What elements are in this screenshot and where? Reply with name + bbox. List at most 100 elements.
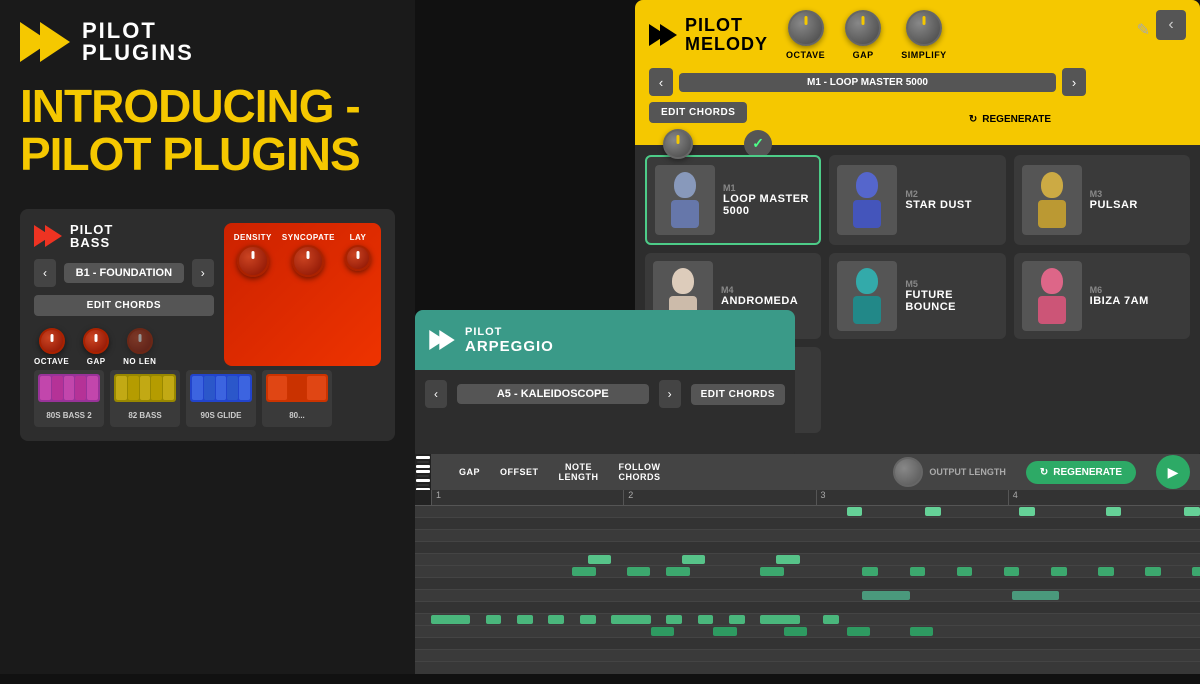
bass-syncopate-label: SYNCOPATE: [282, 233, 335, 242]
arpeggio-panel: PILOT ARPEGGIO ‹ A5 - KALEIDOSCOPE › EDI…: [415, 310, 795, 460]
mini-line-5: [1126, 76, 1177, 82]
melody-preset-info-m1: M1 LOOP MASTER 5000: [723, 183, 811, 217]
note-e-5: [862, 567, 878, 576]
roll-lane-fsharp: [415, 542, 1200, 554]
bass-notelen-label: NO LEN: [123, 357, 156, 366]
piano-roll-area: GAP OFFSET NOTELENGTH FOLLOWCHORDS OUTPU…: [415, 454, 1200, 674]
piano-roll-regenerate-button[interactable]: ↻ REGENERATE: [1026, 461, 1136, 484]
mini-line-7: [1126, 92, 1171, 98]
melody-preset-info-m4: M4 ANDROMEDA: [721, 285, 813, 307]
avatar-body-m2: [853, 200, 881, 228]
melody-avatar-m6: [1022, 261, 1082, 331]
bass-preset-90sglide[interactable]: 90S GLIDE: [186, 370, 256, 427]
bass-notelen-knob[interactable]: [127, 328, 153, 354]
bass-prev-button[interactable]: ‹: [34, 259, 56, 287]
note-a-4: [1106, 507, 1122, 516]
melody-gap-knob[interactable]: [845, 10, 881, 46]
roll-lane-csharp: [415, 602, 1200, 614]
melody-mini-preview: [1126, 44, 1186, 98]
bass-thumb-keys-2: [114, 374, 176, 402]
note-c-10: [760, 615, 799, 624]
melody-preset-card-m1[interactable]: M1 LOOP MASTER 5000: [645, 155, 821, 245]
bass-layer-knob[interactable]: [345, 245, 371, 271]
roll-param-followchords: FOLLOWCHORDS: [619, 462, 661, 482]
bass-title: PILOT BASS: [70, 223, 113, 249]
melody-preset-id-m2: M2: [905, 189, 997, 199]
melody-regen-area: ↻ REGENERATE: [955, 108, 1065, 131]
melody-regenerate-button[interactable]: ↻ REGENERATE: [955, 108, 1065, 131]
bass-edit-chords-button[interactable]: EDIT CHORDS: [34, 295, 214, 316]
avatar-body-m1: [671, 200, 699, 228]
melody-top-knobs: OCTAVE GAP SIMPLIFY: [786, 10, 947, 60]
bass-preset-thumb-label-2: 82 BASS: [128, 411, 161, 420]
melody-avatar-m1: [655, 165, 715, 235]
mini-line-6: [1126, 84, 1162, 90]
melody-prev-button[interactable]: ‹: [649, 68, 673, 96]
regen-label: REGENERATE: [982, 114, 1051, 125]
melody-notelen-knob[interactable]: [663, 129, 693, 159]
melody-title-text: PILOT MELODY: [685, 16, 768, 55]
roll-lane-f: [415, 554, 1200, 566]
bass-next-button[interactable]: ›: [192, 259, 214, 287]
arpeggio-title-pilot: PILOT: [465, 326, 781, 338]
melody-preset-info-m5: M5 FUTURE BOUNCE: [905, 279, 997, 313]
roll-param-gap: GAP: [459, 467, 480, 477]
roll-lane-g: [415, 530, 1200, 542]
arpeggio-preset-name: A5 - KALEIDOSCOPE: [457, 384, 649, 404]
pencil-icon: ✎: [1137, 20, 1150, 40]
melody-simplify-knob[interactable]: [906, 10, 942, 46]
melody-preset-label-m5: FUTURE BOUNCE: [905, 289, 997, 313]
note-a-2: [925, 507, 941, 516]
arpeggio-prev-button[interactable]: ‹: [425, 380, 447, 408]
note-c-1: [431, 615, 470, 624]
bass-thumb-keys-1: [38, 374, 100, 402]
mini-line-1: [1126, 44, 1186, 50]
melody-edit-chords-button[interactable]: EDIT CHORDS: [649, 102, 747, 123]
melody-header: PILOT MELODY OCTAVE GAP: [635, 0, 1200, 145]
melody-preset-id-m5: M5: [905, 279, 997, 289]
melody-title-row: PILOT MELODY OCTAVE GAP: [649, 10, 1086, 60]
bass-gap-knob[interactable]: [83, 328, 109, 354]
piano-roll-play-button[interactable]: ▶: [1156, 455, 1190, 489]
avatar-head-m2: [856, 172, 878, 198]
bass-density-knob[interactable]: [237, 245, 269, 277]
output-length-knob[interactable]: [893, 457, 923, 487]
melody-scroll-back-button[interactable]: ‹: [1156, 10, 1186, 40]
arpeggio-next-button[interactable]: ›: [659, 380, 681, 408]
melody-header-left: PILOT MELODY OCTAVE GAP: [649, 10, 1086, 171]
melody-preset-label-m3: PULSAR: [1090, 199, 1182, 211]
melody-preset-id-m6: M6: [1090, 285, 1182, 295]
avatar-head-m3: [1041, 172, 1063, 198]
roll-lane-a: [415, 506, 1200, 518]
bass-preset-82bass[interactable]: 82 BASS: [110, 370, 180, 427]
note-e-11: [1145, 567, 1161, 576]
bass-preset-80sbass2[interactable]: 80S BASS 2: [34, 370, 104, 427]
avatar-figure-m3: [1022, 165, 1082, 235]
melody-followchords-check[interactable]: ✓: [744, 130, 772, 158]
regen-label-2: REGENERATE: [1053, 467, 1122, 478]
note-a-5: [1184, 507, 1200, 516]
melody-octave-knob[interactable]: [788, 10, 824, 46]
roll-measure-nums: 1 2 3 4: [415, 490, 1200, 506]
bass-presets-row: 80S BASS 2 82 BASS: [34, 370, 381, 427]
bass-knob-labels-bottom: OCTAVE GAP NO LEN: [34, 328, 214, 366]
melody-preset-id-m4: M4: [721, 285, 813, 295]
roll-lane-gsharp: [415, 518, 1200, 530]
arpeggio-body: ‹ A5 - KALEIDOSCOPE › EDIT CHORDS: [415, 370, 795, 418]
arpeggio-edit-chords-button[interactable]: EDIT CHORDS: [691, 384, 785, 405]
bass-syncopate-knob[interactable]: [292, 245, 324, 277]
melody-preset-card-m5[interactable]: M5 FUTURE BOUNCE: [829, 253, 1005, 339]
roll-lanes: [415, 506, 1200, 684]
note-e-10: [1098, 567, 1114, 576]
logo-plugins: PLUGINS: [82, 42, 194, 64]
melody-next-button[interactable]: ›: [1062, 68, 1086, 96]
melody-avatar-m3: [1022, 165, 1082, 235]
melody-preset-card-m2[interactable]: M2 STAR DUST: [829, 155, 1005, 245]
arpeggio-title-area: PILOT ARPEGGIO: [465, 326, 781, 355]
bass-preset-80s[interactable]: 80...: [262, 370, 332, 427]
melody-preset-card-m6[interactable]: M6 IBIZA 7AM: [1014, 253, 1190, 339]
melody-preset-id-m1: M1: [723, 183, 811, 193]
melody-preset-card-m3[interactable]: M3 PULSAR: [1014, 155, 1190, 245]
bass-octave-knob[interactable]: [39, 328, 65, 354]
mini-line-3: [1126, 60, 1180, 66]
